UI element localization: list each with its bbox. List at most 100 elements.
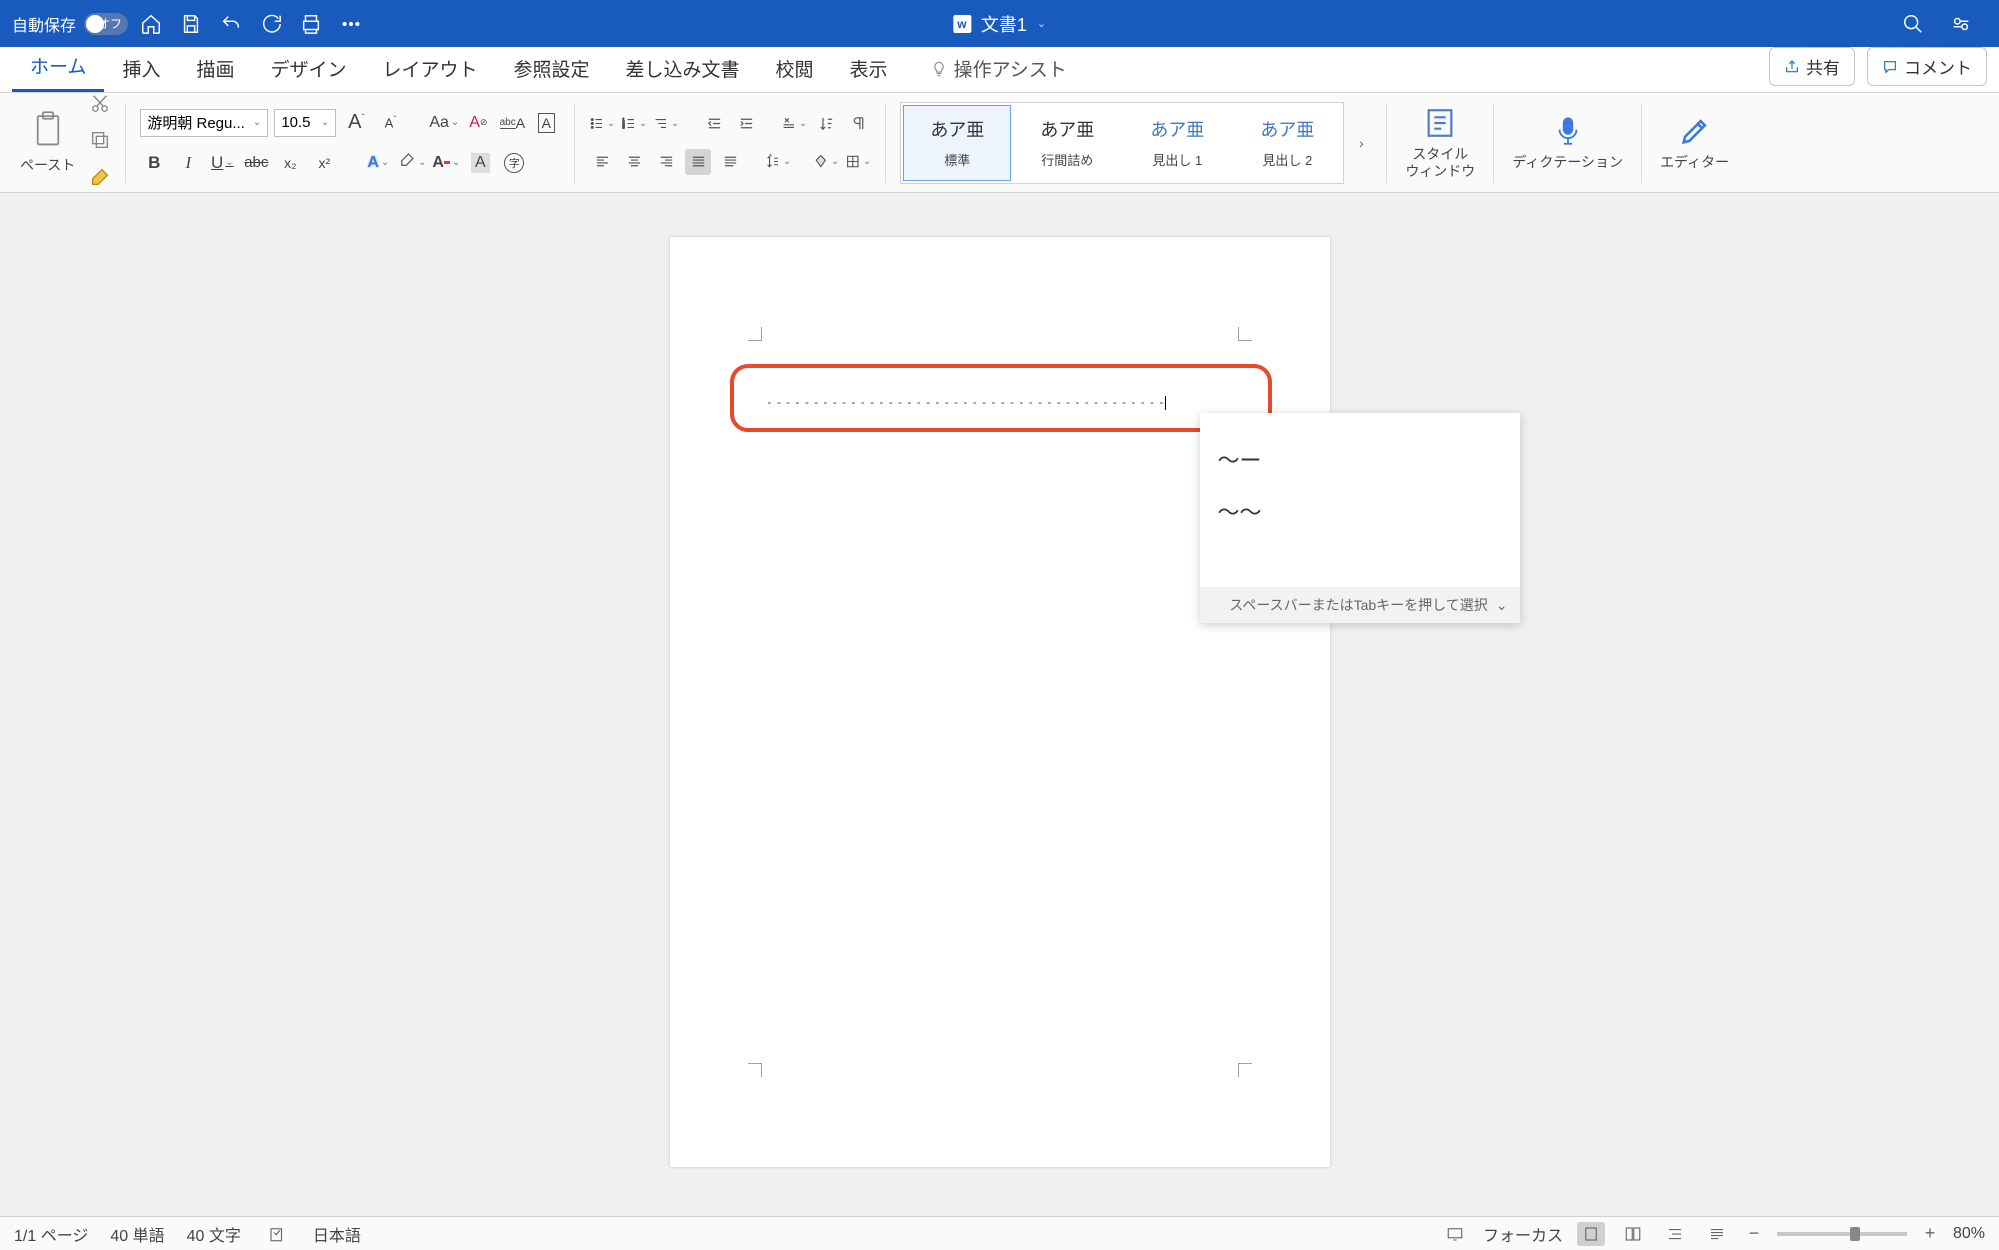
paragraph-group: ⌄ 123⌄ ⌄ ⌄ ⌄ ⌄ ⌄ — [579, 101, 881, 185]
align-left-button[interactable] — [589, 149, 615, 175]
home-icon[interactable] — [134, 7, 168, 41]
underline-button[interactable]: U⌄ — [208, 149, 236, 177]
status-words[interactable]: 40 単語 — [110, 1222, 164, 1246]
tab-draw[interactable]: 描画 — [178, 43, 252, 92]
style-item[interactable]: あア亜見出し 2 — [1233, 105, 1341, 181]
autosave-toggle[interactable]: オフ — [84, 13, 128, 35]
char-shading-button[interactable]: A — [466, 149, 494, 177]
change-case-button[interactable]: Aa⌄ — [430, 109, 458, 137]
status-focus[interactable]: フォーカス — [1483, 1222, 1563, 1246]
zoom-out-button[interactable]: − — [1745, 1223, 1763, 1244]
align-distribute-button[interactable] — [717, 149, 743, 175]
tab-mailings[interactable]: 差し込み文書 — [608, 43, 758, 92]
draft-view-icon[interactable] — [1703, 1222, 1731, 1246]
superscript-button[interactable]: x² — [310, 149, 338, 177]
italic-button[interactable]: I — [174, 149, 202, 177]
char-border-button[interactable]: A — [532, 109, 560, 137]
align-center-button[interactable] — [621, 149, 647, 175]
document-area[interactable]: - - - - - - - - - - - - - - - - - - - - … — [0, 193, 1999, 1204]
multilevel-button[interactable]: ⌄ — [653, 111, 679, 137]
margin-marker-icon — [748, 1063, 762, 1077]
print-icon[interactable] — [294, 7, 328, 41]
font-size-select[interactable]: 10.5⌄ — [274, 109, 336, 137]
highlight-button[interactable]: ⌄ — [398, 149, 426, 177]
more-icon[interactable] — [334, 7, 368, 41]
styles-group: あア亜標準あア亜行間詰めあア亜見出し 1あア亜見出し 2 › — [890, 101, 1382, 185]
styles-more-button[interactable]: › — [1350, 135, 1372, 151]
style-pane-button[interactable]: スタイル ウィンドウ — [1391, 106, 1489, 180]
sort-button[interactable] — [813, 111, 839, 137]
format-painter-icon[interactable] — [89, 166, 111, 193]
style-item[interactable]: あア亜標準 — [903, 105, 1011, 181]
document-title[interactable]: w 文書1 ⌄ — [953, 11, 1046, 37]
shrink-font-button[interactable]: Aˇ — [376, 109, 404, 137]
shading-button[interactable]: ⌄ — [813, 149, 839, 175]
style-item[interactable]: あア亜見出し 1 — [1123, 105, 1231, 181]
spellcheck-icon[interactable] — [263, 1222, 291, 1246]
ime-candidate[interactable]: 〜〜 — [1218, 485, 1502, 537]
enclose-char-button[interactable]: 字 — [500, 149, 528, 177]
tab-home[interactable]: ホーム — [12, 40, 104, 92]
strike-button[interactable]: abc — [242, 149, 270, 177]
tab-review[interactable]: 校閲 — [758, 43, 832, 92]
share-button[interactable]: 共有 — [1769, 47, 1855, 86]
asian-layout-button[interactable]: ⌄ — [781, 111, 807, 137]
redo-icon[interactable] — [254, 7, 288, 41]
borders-button[interactable]: ⌄ — [845, 149, 871, 175]
outline-view-icon[interactable] — [1661, 1222, 1689, 1246]
zoom-in-button[interactable]: + — [1921, 1223, 1939, 1244]
document-page[interactable]: - - - - - - - - - - - - - - - - - - - - … — [670, 237, 1330, 1167]
web-layout-view-icon[interactable] — [1619, 1222, 1647, 1246]
focus-mode-icon[interactable] — [1441, 1222, 1469, 1246]
dictation-button[interactable]: ディクテーション — [1498, 114, 1637, 171]
numbering-button[interactable]: 123⌄ — [621, 111, 647, 137]
show-marks-button[interactable] — [845, 111, 871, 137]
ime-candidate[interactable]: 〜ー — [1218, 433, 1502, 485]
text-effect-button[interactable]: A⌄ — [364, 149, 392, 177]
align-justify-button[interactable] — [685, 149, 711, 175]
paste-button[interactable]: ペースト — [20, 111, 75, 175]
margin-marker-icon — [1238, 1063, 1252, 1077]
ribbon-tabs: ホーム 挿入 描画 デザイン レイアウト 参照設定 差し込み文書 校閲 表示 操… — [0, 47, 1999, 93]
font-name-select[interactable]: 游明朝 Regu...⌄ — [140, 109, 268, 137]
zoom-level[interactable]: 80% — [1953, 1225, 1985, 1243]
document-text-line[interactable]: - - - - - - - - - - - - - - - - - - - - … — [768, 395, 1242, 410]
line-spacing-button[interactable]: ⌄ — [765, 149, 791, 175]
font-color-button[interactable]: A⌄ — [432, 149, 460, 177]
status-language[interactable]: 日本語 — [313, 1222, 361, 1246]
status-chars[interactable]: 40 文字 — [187, 1222, 241, 1246]
chevron-down-icon[interactable]: ⌄ — [1496, 597, 1508, 614]
ime-candidate-popup[interactable]: 〜ー〜〜 スペースバーまたはTabキーを押して選択 ⌄ — [1200, 413, 1520, 623]
bullets-button[interactable]: ⌄ — [589, 111, 615, 137]
undo-icon[interactable] — [214, 7, 248, 41]
tab-insert[interactable]: 挿入 — [104, 43, 178, 92]
subscript-button[interactable]: x₂ — [276, 149, 304, 177]
title-bar: 自動保存 オフ w 文書1 ⌄ — [0, 0, 1999, 47]
indent-increase-button[interactable] — [733, 111, 759, 137]
autosave-control[interactable]: 自動保存 オフ — [12, 12, 128, 36]
tab-design[interactable]: デザイン — [252, 43, 364, 92]
status-page[interactable]: 1/1 ページ — [14, 1222, 88, 1246]
copy-icon[interactable] — [89, 129, 111, 156]
autosave-label: 自動保存 — [12, 12, 76, 36]
zoom-slider[interactable] — [1777, 1232, 1907, 1236]
align-right-button[interactable] — [653, 149, 679, 175]
style-item[interactable]: あア亜行間詰め — [1013, 105, 1121, 181]
print-layout-view-icon[interactable] — [1577, 1222, 1605, 1246]
ribbon-options-icon[interactable] — [1943, 7, 1979, 41]
search-icon[interactable] — [1895, 7, 1931, 41]
editor-button[interactable]: エディター — [1646, 114, 1743, 171]
clear-format-button[interactable]: A⊘ — [464, 109, 492, 137]
cut-icon[interactable] — [89, 92, 111, 119]
save-icon[interactable] — [174, 7, 208, 41]
indent-decrease-button[interactable] — [701, 111, 727, 137]
phonetic-button[interactable]: abcA — [498, 109, 526, 137]
styles-gallery[interactable]: あア亜標準あア亜行間詰めあア亜見出し 1あア亜見出し 2 — [900, 102, 1344, 184]
bold-button[interactable]: B — [140, 149, 168, 177]
tab-assist[interactable]: 操作アシスト — [912, 43, 1085, 92]
grow-font-button[interactable]: Aˆ — [342, 109, 370, 137]
tab-view[interactable]: 表示 — [832, 43, 906, 92]
tab-layout[interactable]: レイアウト — [364, 43, 495, 92]
tab-references[interactable]: 参照設定 — [496, 43, 608, 92]
comment-button[interactable]: コメント — [1867, 47, 1987, 86]
